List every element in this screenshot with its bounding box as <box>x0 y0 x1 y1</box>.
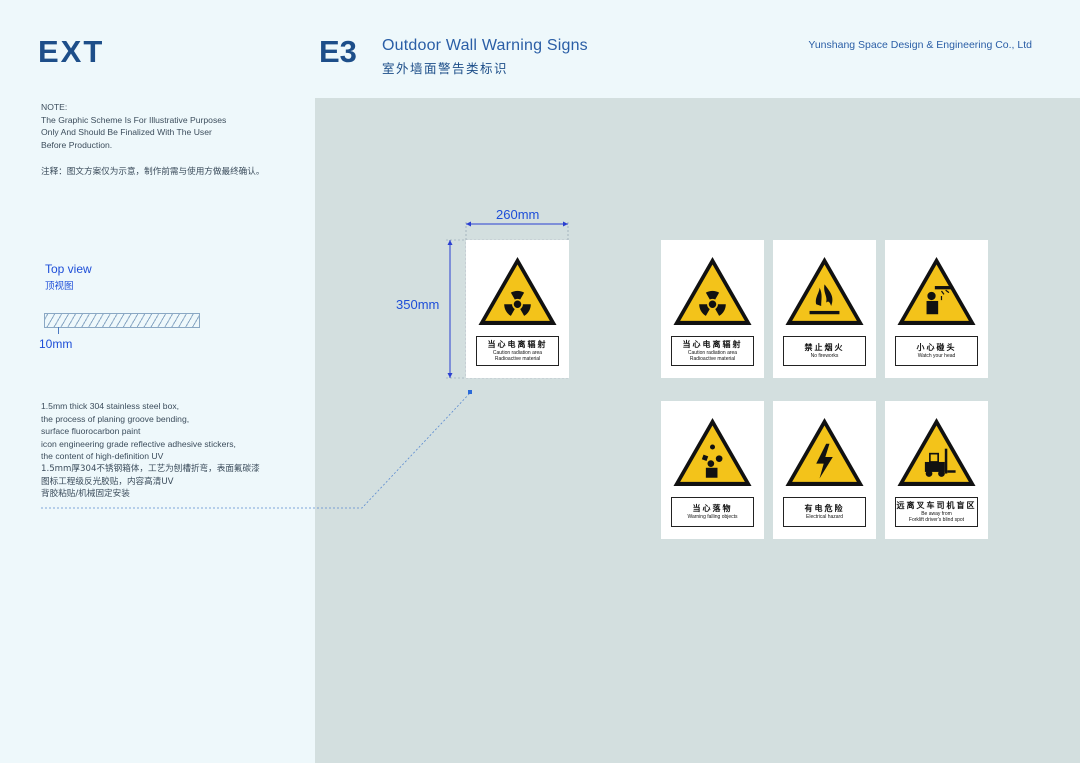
sign-label-cn: 禁止烟火 <box>804 343 845 352</box>
height-dimension: 350mm <box>396 297 440 312</box>
sign-label-cn: 当心电离辐射 <box>487 340 548 349</box>
sign-label-cn: 远离叉车司机盲区 <box>896 501 977 510</box>
warning-sign: 禁止烟火 No fireworks <box>773 240 876 378</box>
sign-label: 当心落物 Warning falling objects <box>671 497 754 527</box>
warning-sign: 当心电离辐射 Caution radiation area Radioactive… <box>466 240 569 378</box>
sign-label-cn: 有电危险 <box>804 504 845 513</box>
sign-label-en: Watch your head <box>917 353 956 359</box>
warning-sign: 小心碰头 Watch your head <box>885 240 988 378</box>
warning-sign: 远离叉车司机盲区 Be away from Forklift driver's b… <box>885 401 988 539</box>
sign-label-cn: 小心碰头 <box>916 343 957 352</box>
forklift-icon <box>897 417 976 487</box>
sign-label-cn: 当心电离辐射 <box>682 340 743 349</box>
leader-line <box>41 221 569 509</box>
sign-label-cn: 当心落物 <box>692 504 733 513</box>
sign-label-en: Forklift driver's blind spot <box>908 517 965 523</box>
sign-label-en: Radioactive material <box>494 356 541 362</box>
warning-sign: 当心电离辐射 Caution radiation area Radioactive… <box>661 240 764 378</box>
sign-label-en: Radioactive material <box>689 356 736 362</box>
sign-label: 有电危险 Electrical hazard <box>783 497 866 527</box>
radiation-icon <box>478 256 557 326</box>
width-dimension: 260mm <box>496 207 540 222</box>
sign-label-en: No fireworks <box>810 353 839 359</box>
head-bump-icon <box>897 256 976 326</box>
sign-label: 当心电离辐射 Caution radiation area Radioactive… <box>671 336 754 366</box>
fire-icon <box>785 256 864 326</box>
sign-label: 小心碰头 Watch your head <box>895 336 978 366</box>
sign-label-en: Electrical hazard <box>806 514 843 520</box>
warning-sign: 有电危险 Electrical hazard <box>773 401 876 539</box>
radiation-icon <box>673 256 752 326</box>
falling-objects-icon <box>673 417 752 487</box>
sign-label-en: Warning falling objects <box>687 514 738 520</box>
sign-label: 远离叉车司机盲区 Be away from Forklift driver's b… <box>895 497 978 527</box>
electric-icon <box>785 417 864 487</box>
warning-sign: 当心落物 Warning falling objects <box>661 401 764 539</box>
sign-label: 当心电离辐射 Caution radiation area Radioactive… <box>476 336 559 366</box>
sign-label: 禁止烟火 No fireworks <box>783 336 866 366</box>
